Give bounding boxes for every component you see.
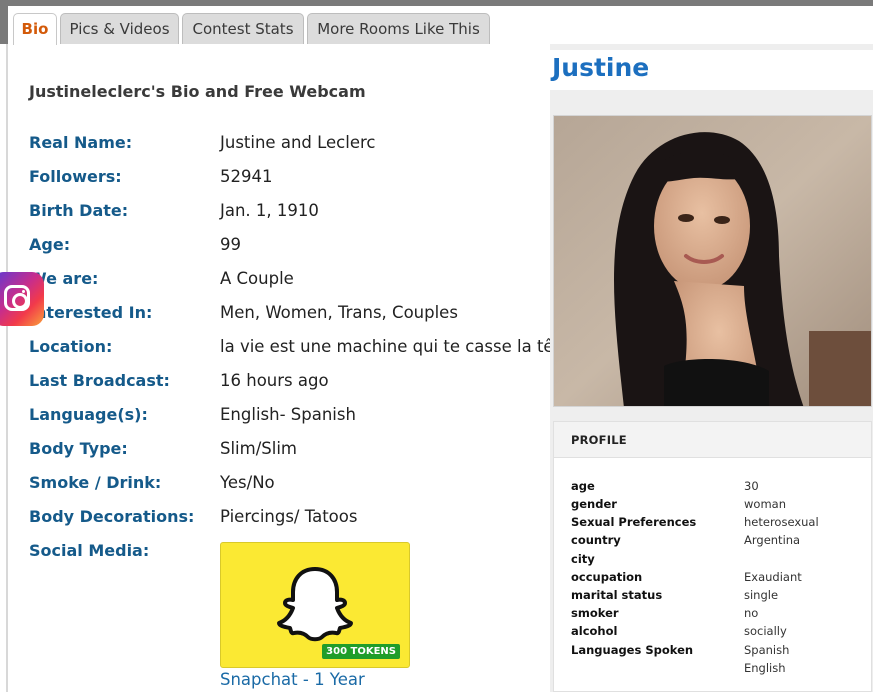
profile-value: woman bbox=[744, 497, 786, 511]
profile-row: age 30 bbox=[571, 479, 871, 497]
profile-value: single bbox=[744, 588, 779, 602]
profile-value: heterosexual bbox=[744, 515, 819, 529]
bio-label: Followers: bbox=[29, 167, 122, 186]
profile-row: smoker no bbox=[571, 606, 871, 624]
snapchat-card[interactable]: 300 TOKENS bbox=[220, 542, 410, 668]
profile-value: English bbox=[744, 661, 786, 675]
model-name-bar: Justine bbox=[550, 50, 873, 90]
profile-value: 30 bbox=[744, 479, 759, 493]
bio-row-interested-in: Interested In: Men, Women, Trans, Couple… bbox=[29, 303, 554, 333]
snapchat-ghost-icon bbox=[277, 567, 353, 642]
model-name[interactable]: Justine bbox=[552, 53, 649, 82]
profile-photo[interactable] bbox=[553, 115, 872, 407]
bio-label: Smoke / Drink: bbox=[29, 473, 162, 492]
profile-row: marital status single bbox=[571, 588, 871, 606]
bio-value: 99 bbox=[220, 235, 241, 254]
bio-row-age: Age: 99 bbox=[29, 235, 554, 265]
profile-value: no bbox=[744, 606, 759, 620]
bio-row-body-decorations: Body Decorations: Piercings/ Tatoos bbox=[29, 507, 554, 537]
bio-value: Justine and Leclerc bbox=[220, 133, 376, 152]
profile-row: alcohol socially bbox=[571, 624, 871, 642]
tokens-badge: 300 TOKENS bbox=[322, 644, 400, 659]
bio-row-real-name: Real Name: Justine and Leclerc bbox=[29, 133, 554, 163]
profile-box: PROFILE age 30 gender woman Sexual Prefe… bbox=[553, 421, 872, 692]
bio-value: la vie est une machine qui te casse la t… bbox=[220, 337, 571, 356]
bio-label: Body Decorations: bbox=[29, 507, 195, 526]
profile-key: city bbox=[571, 552, 595, 566]
profile-key: occupation bbox=[571, 570, 643, 584]
bio-label: Interested In: bbox=[29, 303, 153, 322]
profile-row: occupation Exaudiant bbox=[571, 570, 871, 588]
bio-label: Real Name: bbox=[29, 133, 133, 152]
bio-row-birth-date: Birth Date: Jan. 1, 1910 bbox=[29, 201, 554, 231]
profile-row: country Argentina bbox=[571, 533, 871, 551]
right-column: Justine PROFILE age 30 gender woman Sexu… bbox=[550, 44, 873, 692]
bio-label: Location: bbox=[29, 337, 113, 356]
bio-value: Piercings/ Tatoos bbox=[220, 507, 358, 526]
tab-contest-stats[interactable]: Contest Stats bbox=[182, 13, 304, 44]
profile-header: PROFILE bbox=[554, 422, 871, 458]
profile-photo-image bbox=[554, 116, 871, 406]
bio-row-smoke-drink: Smoke / Drink: Yes/No bbox=[29, 473, 554, 503]
profile-key: alcohol bbox=[571, 624, 618, 638]
profile-row: gender woman bbox=[571, 497, 871, 515]
profile-row: English bbox=[571, 661, 871, 679]
bio-value: English- Spanish bbox=[220, 405, 356, 424]
bio-row-body-type: Body Type: Slim/Slim bbox=[29, 439, 554, 469]
instagram-button[interactable] bbox=[0, 272, 44, 326]
profile-row: city bbox=[571, 552, 871, 570]
bio-label: Age: bbox=[29, 235, 71, 254]
bio-value: 16 hours ago bbox=[220, 371, 329, 390]
bio-value: Jan. 1, 1910 bbox=[220, 201, 319, 220]
profile-key: Sexual Preferences bbox=[571, 515, 697, 529]
bio-label: Body Type: bbox=[29, 439, 128, 458]
profile-key: smoker bbox=[571, 606, 619, 620]
profile-key: age bbox=[571, 479, 595, 493]
bio-label: Last Broadcast: bbox=[29, 371, 170, 390]
bio-value: A Couple bbox=[220, 269, 294, 288]
profile-row: Sexual Preferences heterosexual bbox=[571, 515, 871, 533]
profile-value: Argentina bbox=[744, 533, 801, 547]
bio-value: Men, Women, Trans, Couples bbox=[220, 303, 458, 322]
profile-key: country bbox=[571, 533, 621, 547]
profile-title: PROFILE bbox=[571, 433, 627, 447]
instagram-icon bbox=[4, 285, 30, 311]
profile-key: gender bbox=[571, 497, 617, 511]
bio-row-languages: Language(s): English- Spanish bbox=[29, 405, 554, 435]
profile-key: Languages Spoken bbox=[571, 643, 694, 657]
bio-row-we-are: We are: A Couple bbox=[29, 269, 554, 299]
bio-label: Language(s): bbox=[29, 405, 148, 424]
bio-row-location: Location: la vie est une machine qui te … bbox=[29, 337, 570, 367]
tab-pics-videos[interactable]: Pics & Videos bbox=[60, 13, 179, 44]
profile-value: Spanish bbox=[744, 643, 790, 657]
tab-more-rooms[interactable]: More Rooms Like This bbox=[307, 13, 490, 44]
tab-bio[interactable]: Bio bbox=[13, 13, 57, 45]
bio-row-last-broadcast: Last Broadcast: 16 hours ago bbox=[29, 371, 554, 401]
profile-value: Exaudiant bbox=[744, 570, 802, 584]
bio-value: Yes/No bbox=[220, 473, 275, 492]
profile-value: socially bbox=[744, 624, 787, 638]
bio-label: Social Media: bbox=[29, 541, 150, 560]
profile-row: Languages Spoken Spanish bbox=[571, 643, 871, 661]
bio-value: Slim/Slim bbox=[220, 439, 297, 458]
bio-row-followers: Followers: 52941 bbox=[29, 167, 554, 197]
bio-label: Birth Date: bbox=[29, 201, 129, 220]
bio-title: Justineleclerc's Bio and Free Webcam bbox=[29, 82, 366, 101]
snapchat-link[interactable]: Snapchat - 1 Year bbox=[220, 670, 365, 689]
profile-key: marital status bbox=[571, 588, 663, 602]
bio-value: 52941 bbox=[220, 167, 273, 186]
card-border bbox=[6, 44, 8, 692]
